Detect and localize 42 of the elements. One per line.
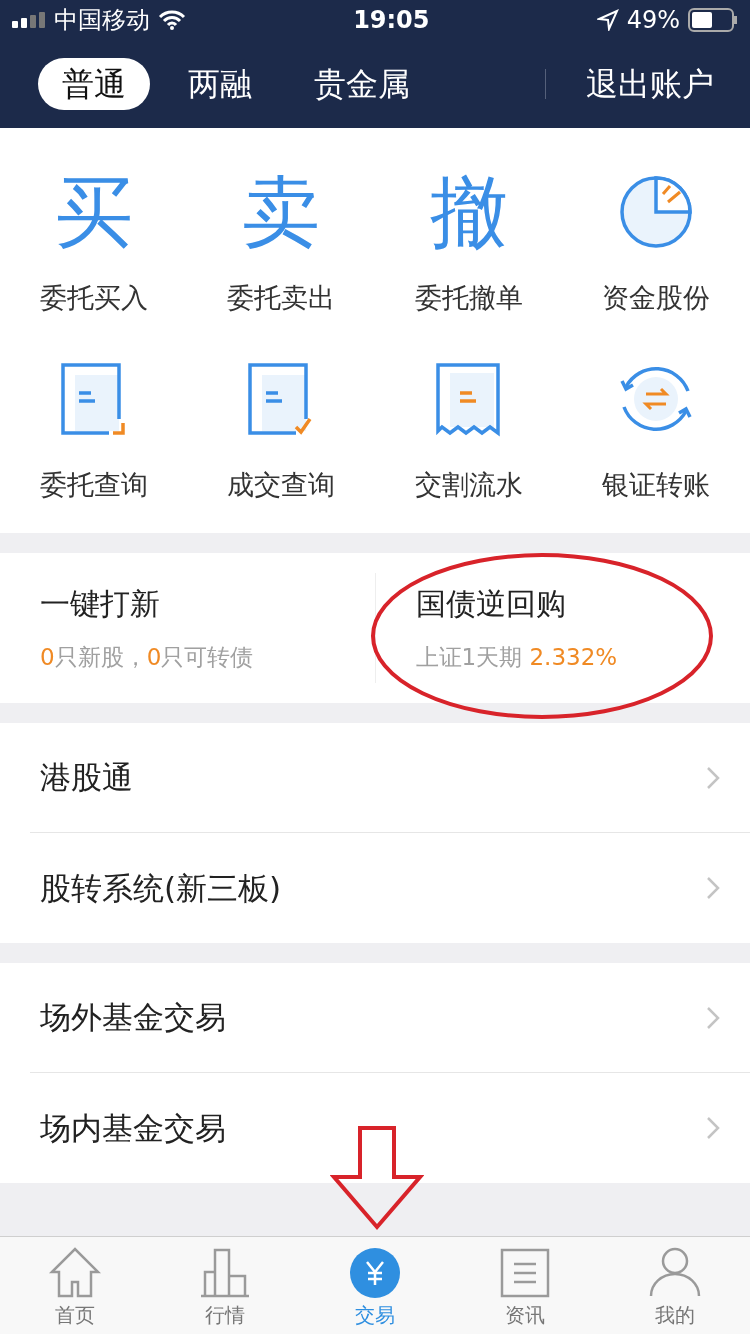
action-button[interactable]: 买 委托买入 xyxy=(0,168,188,319)
bar-chart-icon xyxy=(199,1246,251,1298)
battery-icon xyxy=(688,8,738,32)
action-button[interactable]: 卖 委托卖出 xyxy=(187,168,375,319)
menu-row[interactable]: 港股通 xyxy=(30,723,750,833)
yen-icon xyxy=(350,1248,400,1298)
action-button[interactable]: 交割流水 xyxy=(375,354,563,505)
home-icon xyxy=(48,1246,102,1298)
feature-card[interactable]: 国债逆回购 上证1天期 2.332% xyxy=(375,573,750,683)
action-button[interactable]: 委托查询 xyxy=(0,354,188,505)
account-tab[interactable]: 贵金属 xyxy=(290,58,434,110)
signal-icon xyxy=(12,12,46,28)
menu-row[interactable]: 股转系统(新三板) xyxy=(30,833,750,943)
action-button[interactable]: 撤 委托撤单 xyxy=(375,168,563,319)
menu-row[interactable]: 场外基金交易 xyxy=(30,963,750,1073)
account-tab[interactable]: 普通 xyxy=(38,58,150,110)
carrier-name: 中国移动 xyxy=(54,5,150,36)
tab-bar-item[interactable]: 首页 xyxy=(0,1237,150,1334)
action-button[interactable]: 银证转账 xyxy=(562,354,750,505)
action-button[interactable]: 资金股份 xyxy=(562,168,750,319)
chevron-right-icon xyxy=(706,765,720,790)
wifi-icon xyxy=(158,10,186,30)
tab-bar-item[interactable]: 行情 xyxy=(150,1237,300,1334)
glyph-icon: 买 xyxy=(54,168,133,256)
logout-button[interactable]: 退出账户 xyxy=(586,60,714,108)
chevron-right-icon xyxy=(706,1005,720,1030)
tab-bar-item[interactable]: 资讯 xyxy=(450,1237,600,1334)
chevron-right-icon xyxy=(706,1116,720,1140)
clock-time: 19:05 xyxy=(353,5,430,36)
action-button[interactable]: 成交查询 xyxy=(187,354,375,505)
battery-percent: 49% xyxy=(626,5,680,36)
tab-bar-item[interactable]: 我的 xyxy=(600,1237,750,1334)
glyph-icon: 卖 xyxy=(242,168,321,256)
feature-card[interactable]: 一键打新 0只新股，0只可转债 xyxy=(0,573,376,683)
menu-row[interactable]: 场内基金交易 xyxy=(30,1073,750,1183)
chevron-right-icon xyxy=(706,876,720,900)
glyph-icon: 撤 xyxy=(429,168,508,256)
location-arrow-icon xyxy=(596,9,619,31)
user-icon xyxy=(648,1246,702,1298)
account-tab[interactable]: 两融 xyxy=(164,58,276,110)
pie-chart-icon xyxy=(618,174,695,250)
document-icon xyxy=(500,1248,550,1298)
